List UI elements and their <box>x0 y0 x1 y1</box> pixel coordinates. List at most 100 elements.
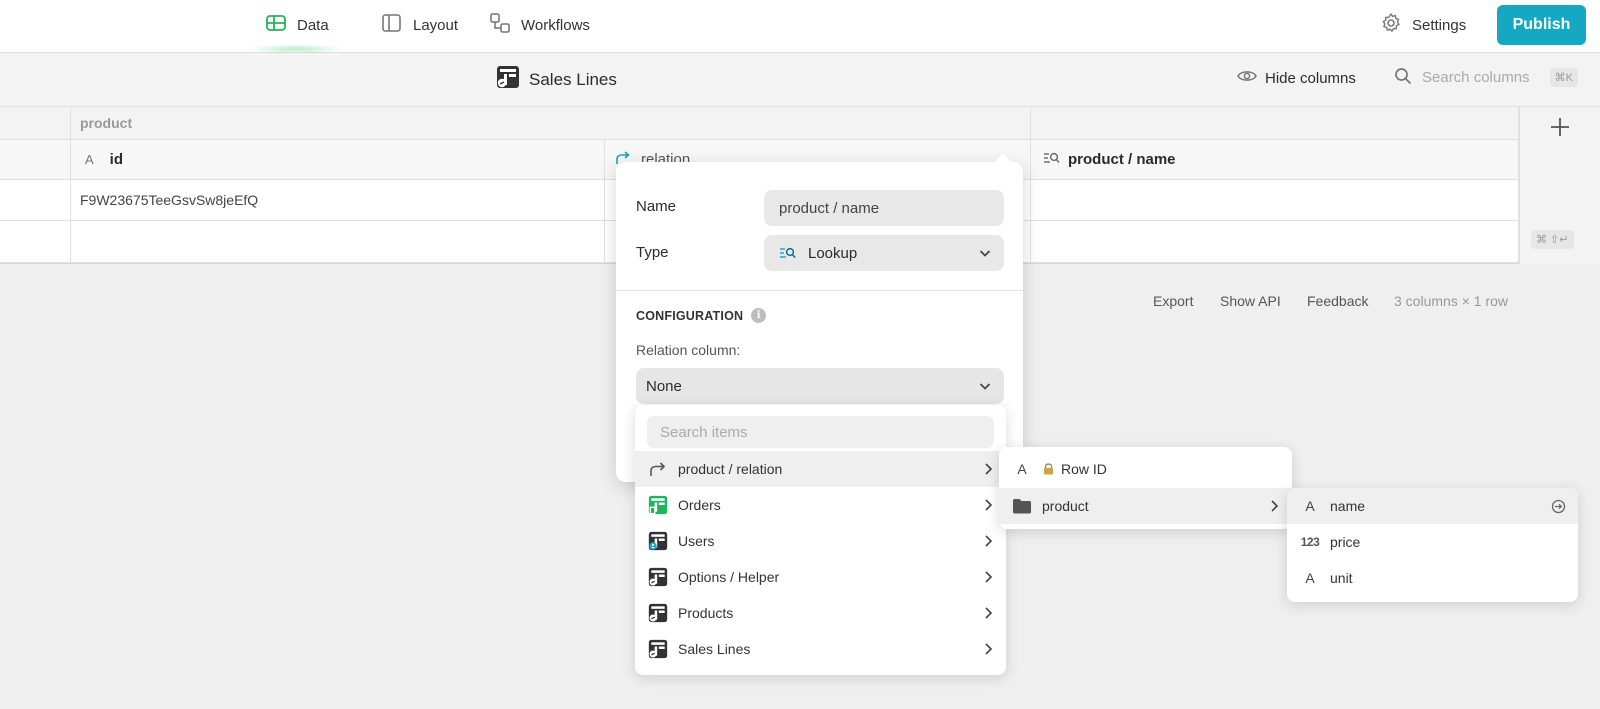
new-row-cell[interactable] <box>1031 221 1519 263</box>
menu-item-products[interactable]: Products <box>635 595 1006 631</box>
tab-workflows-label: Workflows <box>521 16 590 34</box>
new-row-shortcut: ⌘ ⇧↵ <box>1531 230 1574 249</box>
settings-label: Settings <box>1412 16 1467 34</box>
field-item-name[interactable]: A name <box>1287 488 1578 524</box>
chevron-right-icon <box>982 606 994 623</box>
search-icon <box>1394 67 1412 88</box>
chevron-down-icon <box>978 379 992 397</box>
tab-workflows[interactable]: Workflows <box>489 0 590 50</box>
table-icon <box>647 567 669 587</box>
column-group-label: product <box>80 115 133 131</box>
table-green-icon <box>647 495 669 515</box>
lookup-icon <box>1043 151 1060 169</box>
table-icon <box>647 639 669 659</box>
tab-layout[interactable]: Layout <box>381 0 458 50</box>
table-icon <box>647 603 669 623</box>
folder-icon <box>1011 496 1033 516</box>
cell-product-name[interactable] <box>1031 180 1519 221</box>
search-shortcut: ⌘K <box>1549 68 1578 87</box>
chevron-right-icon <box>982 570 994 587</box>
column-label: id <box>109 151 124 168</box>
hide-columns-button[interactable]: Hide columns <box>1237 69 1356 87</box>
menu-item-label: Users <box>678 533 715 549</box>
eye-icon <box>1237 69 1257 87</box>
menu-item-label: Products <box>678 605 734 621</box>
text-icon: A <box>1017 461 1027 477</box>
settings-button[interactable]: Settings <box>1380 0 1466 50</box>
publish-button[interactable]: Publish <box>1497 5 1586 45</box>
info-icon[interactable]: i <box>751 308 767 323</box>
column-label: product / name <box>1068 151 1176 168</box>
relation-submenu: A Row ID product <box>999 447 1292 529</box>
search-columns[interactable]: Search columns ⌘K <box>1394 67 1578 88</box>
tab-data[interactable]: Data <box>265 0 329 50</box>
new-row-cell[interactable] <box>71 221 605 263</box>
search-columns-input[interactable]: Search columns <box>1422 69 1530 86</box>
search-items-input[interactable]: Search items <box>647 416 994 448</box>
add-column-button[interactable] <box>1548 115 1572 142</box>
name-label: Name <box>636 198 677 215</box>
select-field-icon[interactable] <box>1551 499 1566 517</box>
chevron-right-icon <box>982 534 994 551</box>
name-value: product / name <box>779 199 880 217</box>
feedback-link[interactable]: Feedback <box>1307 293 1368 309</box>
cell-value: F9W23675TeeGsvSw8jeEfQ <box>80 192 259 208</box>
menu-item-label: Options / Helper <box>678 569 780 585</box>
column-header-id[interactable]: A id <box>71 140 605 180</box>
relation-column-select[interactable]: None <box>636 368 1004 404</box>
workflow-icon <box>489 12 511 38</box>
menu-item-orders[interactable]: Orders <box>635 487 1006 523</box>
menu-item-sales-lines[interactable]: Sales Lines <box>635 631 1006 667</box>
relation-dropdown: Search items product / relation Orders U… <box>635 405 1006 675</box>
menu-item-label: Sales Lines <box>678 641 751 657</box>
type-label: Type <box>636 244 669 261</box>
field-item-label: unit <box>1330 570 1353 586</box>
top-bar: Data Layout Workflows Settings Publish <box>0 0 1600 54</box>
show-api-link[interactable]: Show API <box>1220 293 1281 309</box>
field-item-label: name <box>1330 498 1366 514</box>
column-header-product-name[interactable]: product / name <box>1031 140 1519 180</box>
text-type-icon: A <box>1305 498 1315 514</box>
field-item-price[interactable]: 123 price <box>1287 524 1578 560</box>
submenu-item-product[interactable]: product <box>999 488 1292 524</box>
text-icon: A <box>85 152 94 167</box>
row-number-cell <box>0 180 71 221</box>
search-items-placeholder: Search items <box>660 423 748 441</box>
menu-item-label: product / relation <box>678 461 783 477</box>
configuration-heading: CONFIGURATION i <box>636 308 767 323</box>
lookup-icon <box>779 246 796 260</box>
grid-icon <box>265 12 287 38</box>
configuration-title: CONFIGURATION <box>636 308 744 323</box>
table-toolbar: Sales Lines Hide columns Search columns … <box>0 53 1600 107</box>
add-column-area: ⌘ ⇧↵ <box>1519 107 1600 264</box>
menu-item-label: Orders <box>678 497 721 513</box>
relation-icon <box>647 459 669 479</box>
export-link[interactable]: Export <box>1153 293 1193 309</box>
hide-columns-label: Hide columns <box>1265 69 1356 87</box>
type-value: Lookup <box>808 244 858 262</box>
field-item-label: price <box>1330 534 1361 550</box>
row-number-cell <box>0 221 71 263</box>
chevron-down-icon <box>978 246 992 264</box>
menu-item-product-relation[interactable]: product / relation <box>635 451 1006 487</box>
type-select[interactable]: Lookup <box>764 235 1004 271</box>
table-title-text: Sales Lines <box>529 69 617 89</box>
menu-item-options-helper[interactable]: Options / Helper <box>635 559 1006 595</box>
name-input[interactable]: product / name <box>764 190 1004 226</box>
submenu-item-label: Row ID <box>1061 461 1107 477</box>
grid-summary: 3 columns × 1 row <box>1394 293 1508 309</box>
submenu-item-label: product <box>1042 498 1089 514</box>
tab-layout-label: Layout <box>413 16 459 34</box>
cell-id[interactable]: F9W23675TeeGsvSw8jeEfQ <box>71 180 605 221</box>
field-item-unit[interactable]: A unit <box>1287 560 1578 596</box>
text-type-icon: A <box>1305 570 1315 586</box>
number-type-icon: 123 <box>1300 535 1320 549</box>
section-divider <box>616 290 1023 291</box>
column-group-empty <box>1031 107 1519 140</box>
column-group-header: product <box>71 107 1031 140</box>
relation-column-value: None <box>646 377 682 395</box>
submenu-item-row-id[interactable]: A Row ID <box>999 451 1292 487</box>
layout-icon <box>381 12 403 38</box>
table-title: Sales Lines <box>496 65 617 94</box>
menu-item-users[interactable]: Users <box>635 523 1006 559</box>
